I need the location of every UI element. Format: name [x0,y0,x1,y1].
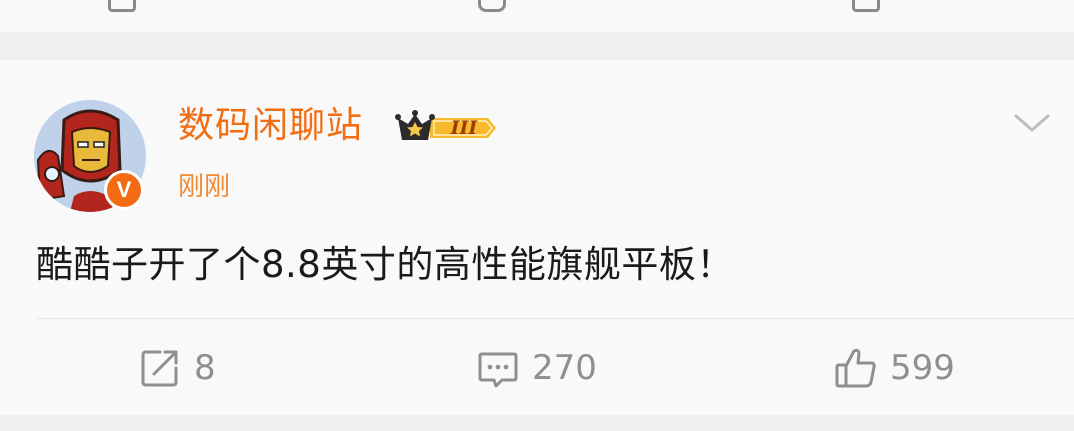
post-card: V 数码闲聊站 III 刚刚 酷酷子开了个8.8英寸的高性能旗舰平板！ 8 27… [0,60,1074,415]
feed-separator [0,415,1074,431]
comment-button[interactable]: 270 [476,346,597,390]
repost-count: 8 [194,348,216,388]
like-icon[interactable] [852,0,880,12]
post-timestamp: 刚刚 [178,172,231,202]
thumbs-up-icon [835,348,876,388]
comment-icon[interactable] [478,0,506,12]
level-badge[interactable]: III [394,108,498,148]
author-name[interactable]: 数码闲聊站 [178,104,363,148]
share-edit-icon [141,350,178,387]
post-text: 酷酷子开了个8.8英寸的高性能旗舰平板！ [36,243,734,286]
like-count: 599 [890,348,955,388]
previous-post-action-bar [0,0,1074,32]
repost-icon[interactable] [108,0,136,12]
verified-badge-icon: V [104,170,144,210]
chevron-down-icon[interactable] [1012,110,1052,138]
level-badge-label: III [450,117,478,139]
divider [36,318,1074,319]
comment-icon [478,352,518,388]
repost-button[interactable]: 8 [138,346,216,390]
like-button[interactable]: 599 [834,346,955,390]
comment-count: 270 [532,348,597,388]
